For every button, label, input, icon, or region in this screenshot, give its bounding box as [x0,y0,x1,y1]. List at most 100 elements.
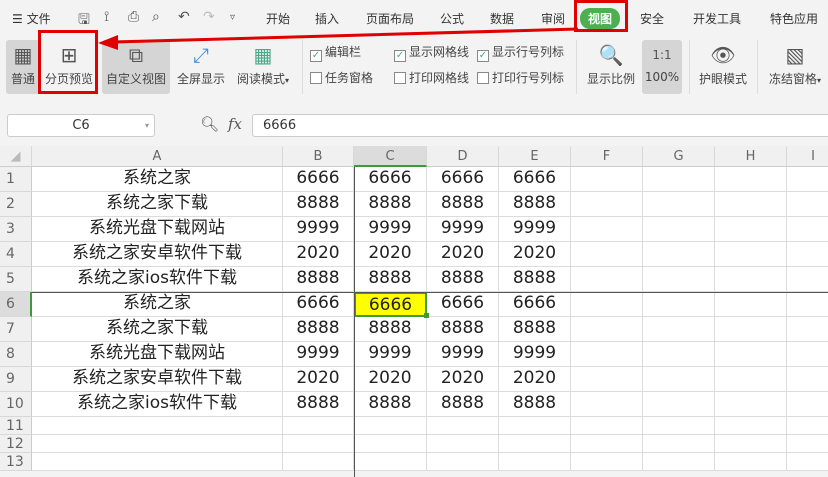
row-header-8[interactable]: 8 [0,342,32,367]
cell-D8[interactable]: 9999 [427,342,499,367]
zoom-formula-icon[interactable]: 🔍︎ [200,115,219,133]
column-header-B[interactable]: B [283,146,354,167]
cell-A1[interactable]: 系统之家 [32,167,283,192]
cell-E5[interactable]: 8888 [499,267,571,292]
cell-C5[interactable]: 8888 [354,267,427,292]
cell-G12[interactable] [643,435,715,453]
cell-H4[interactable] [715,242,787,267]
cell-F2[interactable] [571,192,643,217]
cell-E3[interactable]: 9999 [499,217,571,242]
cell-F8[interactable] [571,342,643,367]
cell-I8[interactable] [787,342,828,367]
cell-I2[interactable] [787,192,828,217]
cell-C9[interactable]: 2020 [354,367,427,392]
cell-A9[interactable]: 系统之家安卓软件下载 [32,367,283,392]
cell-F4[interactable] [571,242,643,267]
cell-I6[interactable] [787,292,828,317]
select-all-corner[interactable]: ◢ [0,146,32,167]
cell-I5[interactable] [787,267,828,292]
cell-G3[interactable] [643,217,715,242]
cell-E6[interactable]: 6666 [499,292,571,317]
cell-B3[interactable]: 9999 [283,217,354,242]
cell-A4[interactable]: 系统之家安卓软件下载 [32,242,283,267]
cell-I7[interactable] [787,317,828,342]
cell-C11[interactable] [354,417,427,435]
formula-input[interactable]: 6666 [252,114,828,137]
cell-F11[interactable] [571,417,643,435]
cell-C7[interactable]: 8888 [354,317,427,342]
column-header-I[interactable]: I [787,146,828,167]
cell-B1[interactable]: 6666 [283,167,354,192]
cell-D6[interactable]: 6666 [427,292,499,317]
cell-H12[interactable] [715,435,787,453]
cell-B7[interactable]: 8888 [283,317,354,342]
cell-B5[interactable]: 8888 [283,267,354,292]
column-header-A[interactable]: A [32,146,283,167]
cell-B6[interactable]: 6666 [283,292,354,317]
cell-H9[interactable] [715,367,787,392]
cell-H2[interactable] [715,192,787,217]
cell-D11[interactable] [427,417,499,435]
cell-G13[interactable] [643,453,715,471]
cell-A8[interactable]: 系统光盘下载网站 [32,342,283,367]
column-header-D[interactable]: D [427,146,499,167]
cell-D13[interactable] [427,453,499,471]
cell-I4[interactable] [787,242,828,267]
cell-I10[interactable] [787,392,828,417]
row-header-1[interactable]: 1 [0,167,32,192]
cell-E1[interactable]: 6666 [499,167,571,192]
cell-B11[interactable] [283,417,354,435]
row-header-13[interactable]: 13 [0,453,32,471]
name-box[interactable]: C6 ▾ [7,114,155,137]
cell-H6[interactable] [715,292,787,317]
cell-D5[interactable]: 8888 [427,267,499,292]
cell-E10[interactable]: 8888 [499,392,571,417]
row-header-9[interactable]: 9 [0,367,32,392]
cell-G6[interactable] [643,292,715,317]
cell-H7[interactable] [715,317,787,342]
row-header-10[interactable]: 10 [0,392,32,417]
cell-I13[interactable] [787,453,828,471]
cell-C1[interactable]: 6666 [354,167,427,192]
cell-F9[interactable] [571,367,643,392]
cell-G7[interactable] [643,317,715,342]
column-header-C[interactable]: C [354,146,427,167]
cell-C10[interactable]: 8888 [354,392,427,417]
cell-E13[interactable] [499,453,571,471]
cell-G4[interactable] [643,242,715,267]
cell-H1[interactable] [715,167,787,192]
cell-G11[interactable] [643,417,715,435]
cell-H5[interactable] [715,267,787,292]
cell-E7[interactable]: 8888 [499,317,571,342]
cell-B9[interactable]: 2020 [283,367,354,392]
cell-A10[interactable]: 系统之家ios软件下载 [32,392,283,417]
cell-A13[interactable] [32,453,283,471]
cell-H13[interactable] [715,453,787,471]
cell-F10[interactable] [571,392,643,417]
cell-B12[interactable] [283,435,354,453]
cell-B13[interactable] [283,453,354,471]
cell-C2[interactable]: 8888 [354,192,427,217]
row-header-6[interactable]: 6 [0,292,32,317]
cell-C13[interactable] [354,453,427,471]
cell-F5[interactable] [571,267,643,292]
cell-C8[interactable]: 9999 [354,342,427,367]
cell-A2[interactable]: 系统之家下载 [32,192,283,217]
cell-A3[interactable]: 系统光盘下载网站 [32,217,283,242]
cell-E8[interactable]: 9999 [499,342,571,367]
cell-D1[interactable]: 6666 [427,167,499,192]
column-header-H[interactable]: H [715,146,787,167]
cell-G1[interactable] [643,167,715,192]
cell-I11[interactable] [787,417,828,435]
cell-D4[interactable]: 2020 [427,242,499,267]
column-header-E[interactable]: E [499,146,571,167]
cell-E9[interactable]: 2020 [499,367,571,392]
cell-G10[interactable] [643,392,715,417]
cell-D2[interactable]: 8888 [427,192,499,217]
cell-F12[interactable] [571,435,643,453]
cell-B2[interactable]: 8888 [283,192,354,217]
cell-B8[interactable]: 9999 [283,342,354,367]
cell-G9[interactable] [643,367,715,392]
cell-F7[interactable] [571,317,643,342]
fill-handle[interactable] [424,313,429,318]
